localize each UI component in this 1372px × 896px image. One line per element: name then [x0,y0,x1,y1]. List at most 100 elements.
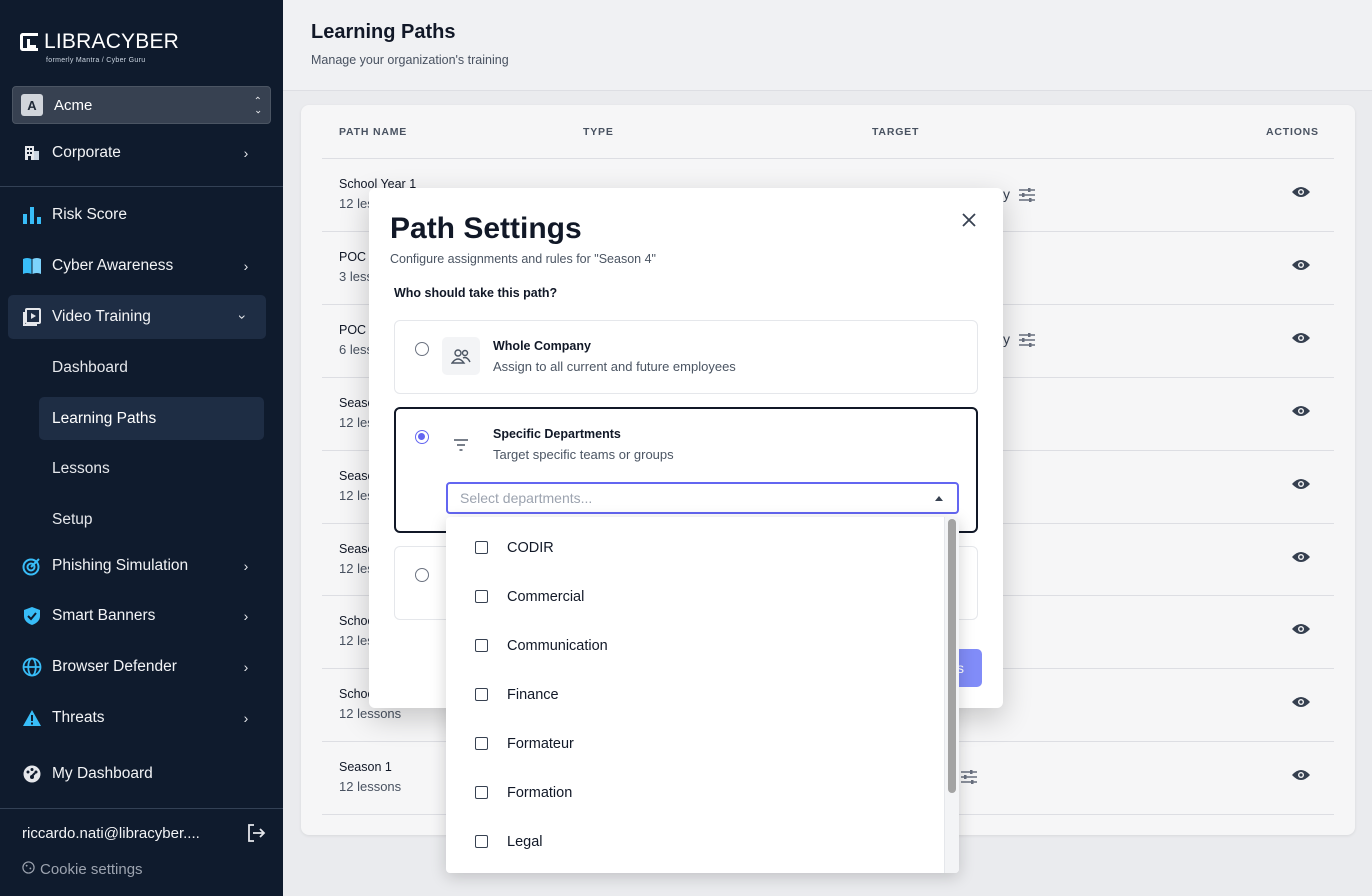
department-option-label: Finance [507,686,559,703]
chevron-right-icon: › [243,659,249,675]
cookie-settings-link[interactable]: Cookie settings [22,861,143,878]
department-option-label: Commercial [507,588,585,605]
dropdown-scrollbar-thumb[interactable] [948,519,956,793]
sidebar-divider [0,808,283,809]
dropdown-scrollbar[interactable] [944,517,959,873]
nav-video-training-label: Video Training [52,308,151,325]
department-option-label: Legal [507,833,543,850]
brand-formerly: formerly Mantra / Cyber Guru [46,57,146,64]
department-option[interactable]: Communication [446,621,944,670]
chevron-down-icon: › [235,314,251,320]
checkbox[interactable] [475,737,488,750]
users-icon [442,337,480,375]
department-option-label: CODIR [507,539,554,556]
subnav-lessons[interactable]: Lessons [39,447,264,490]
subnav-setup[interactable]: Setup [39,498,264,541]
target-icon [22,556,42,576]
user-row: riccardo.nati@libracyber.... [22,822,267,844]
nav-browser-defender[interactable]: Browser Defender › [0,645,283,689]
chevron-right-icon: › [243,558,249,574]
department-select[interactable] [446,482,959,514]
organization-selector[interactable]: A Acme ⌃ ⌃ [12,86,271,124]
chevron-right-icon: › [243,258,249,274]
nav-threats[interactable]: Threats › [0,696,283,740]
shield-check-icon [22,606,42,626]
checkbox[interactable] [475,786,488,799]
radio-third-option[interactable] [415,568,429,582]
warning-triangle-icon [22,708,42,728]
nav-corporate[interactable]: Corporate › [0,131,283,175]
chevron-right-icon: › [243,145,249,161]
checkbox[interactable] [475,835,488,848]
chevron-right-icon: › [243,608,249,624]
department-option[interactable]: Finance [446,670,944,719]
nav-threats-label: Threats [52,709,105,726]
building-icon [22,143,42,163]
sidebar-divider [0,186,283,187]
department-option[interactable]: Legal [446,817,944,866]
nav-cyber-awareness-label: Cyber Awareness [52,257,174,274]
nav-risk-score-label: Risk Score [52,206,127,223]
department-option[interactable]: Commercial [446,572,944,621]
checkbox[interactable] [475,688,488,701]
nav-phishing-label: Phishing Simulation [52,557,189,574]
nav-browser-defender-label: Browser Defender [52,658,177,675]
option-whole-company[interactable]: Whole Company Assign to all current and … [394,320,978,394]
department-option-label: Formation [507,784,573,801]
subnav-setup-label: Setup [52,510,93,528]
chevron-right-icon: › [243,710,249,726]
radio-specific-departments[interactable] [415,430,429,444]
specific-departments-title: Specific Departments [493,427,621,441]
nav-smart-banners-label: Smart Banners [52,607,156,624]
nav-video-training[interactable]: Video Training › [8,295,266,339]
checkbox[interactable] [475,590,488,603]
department-option[interactable]: Formateur [446,719,944,768]
gauge-icon [22,764,42,784]
close-icon[interactable] [959,210,979,230]
chevron-up-down-icon: ⌃ ⌃ [253,96,262,115]
department-option-label: Formateur [507,735,574,752]
radio-whole-company[interactable] [415,342,429,356]
option-specific-departments[interactable]: Specific Departments Target specific tea… [394,407,978,533]
brand-logo[interactable]: LIBRACYBER formerly Mantra / Cyber Guru [20,30,179,64]
nav-corporate-label: Corporate [52,144,121,161]
bar-chart-icon [22,205,42,225]
department-option[interactable]: CODIR [446,523,944,572]
sidebar: LIBRACYBER formerly Mantra / Cyber Guru … [0,0,283,896]
department-option[interactable]: Formation [446,768,944,817]
subnav-lessons-label: Lessons [52,459,110,477]
nav-my-dashboard-label: My Dashboard [52,765,153,782]
checkbox[interactable] [475,541,488,554]
org-avatar: A [21,94,43,116]
modal-title: Path Settings [390,212,582,245]
org-name: Acme [54,96,93,114]
user-email: riccardo.nati@libracyber.... [22,824,200,842]
nav-risk-score[interactable]: Risk Score [0,193,283,237]
checkbox[interactable] [475,639,488,652]
specific-departments-desc: Target specific teams or groups [493,447,674,462]
book-icon [22,256,42,276]
nav-my-dashboard[interactable]: My Dashboard [0,752,283,796]
globe-icon [22,657,42,677]
subnav-dashboard-label: Dashboard [52,358,128,376]
subnav-learning-paths-label: Learning Paths [52,409,157,427]
filter-icon [442,426,480,464]
whole-company-desc: Assign to all current and future employe… [493,359,736,374]
assignment-question: Who should take this path? [394,286,558,300]
department-option-label: Communication [507,637,608,654]
caret-up-icon[interactable] [935,496,943,501]
subnav-dashboard[interactable]: Dashboard [39,346,264,389]
subnav-learning-paths[interactable]: Learning Paths [39,397,264,440]
brand-name: LIBRACYBER [44,30,180,53]
cookie-icon [22,861,35,878]
whole-company-title: Whole Company [493,339,591,353]
video-play-icon [22,307,42,327]
logout-icon[interactable] [245,822,267,844]
nav-smart-banners[interactable]: Smart Banners › [0,594,283,638]
nav-cyber-awareness[interactable]: Cyber Awareness › [0,244,283,288]
nav-phishing-simulation[interactable]: Phishing Simulation › [0,544,283,588]
libracyber-logo-icon [20,33,38,51]
department-search-input[interactable] [460,490,957,506]
cookie-settings-label: Cookie settings [40,861,143,878]
modal-subtitle: Configure assignments and rules for "Sea… [390,252,656,266]
